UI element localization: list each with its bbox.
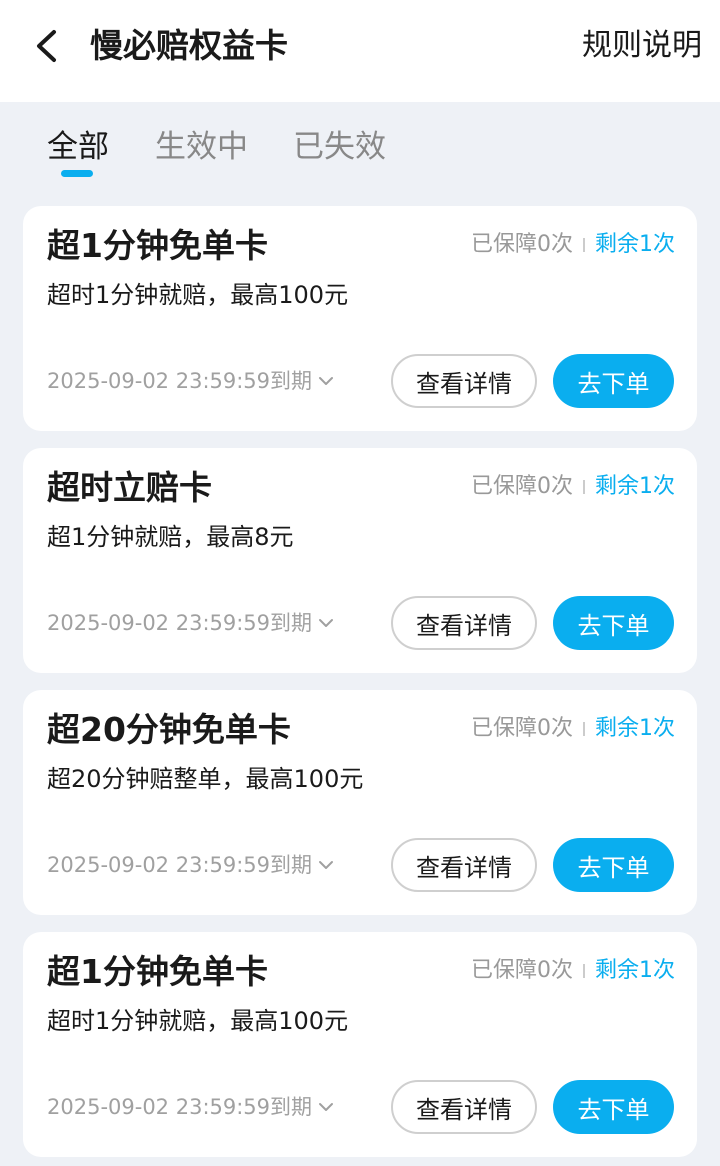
header: 慢必赔权益卡 规则说明	[0, 0, 720, 102]
rules-link[interactable]: 规则说明	[582, 24, 702, 68]
card-description: 超时1分钟就赔，最高100元	[47, 281, 349, 309]
benefit-card: 超20分钟免单卡 已保障0次 剩余1次 超20分钟赔整单，最高100元 2025…	[23, 690, 697, 915]
usage-divider	[583, 238, 585, 252]
remaining-count: 剩余1次	[595, 716, 675, 741]
chevron-down-icon	[319, 619, 334, 627]
view-details-button[interactable]: 查看详情	[391, 596, 537, 650]
used-count: 已保障0次	[471, 958, 573, 983]
used-count: 已保障0次	[471, 716, 573, 741]
card-usage: 已保障0次 剩余1次	[471, 956, 675, 986]
chevron-down-icon	[319, 861, 334, 869]
tab-expired[interactable]: 已失效	[293, 126, 386, 168]
card-usage: 已保障0次 剩余1次	[471, 714, 675, 744]
chevron-down-icon	[319, 1103, 334, 1111]
expiry-date: 2025-09-02 23:59:59到期	[47, 853, 313, 877]
expiry-toggle[interactable]: 2025-09-02 23:59:59到期	[47, 850, 334, 880]
card-title: 超1分钟免单卡	[47, 952, 268, 991]
expiry-date: 2025-09-02 23:59:59到期	[47, 369, 313, 393]
expiry-toggle[interactable]: 2025-09-02 23:59:59到期	[47, 608, 334, 638]
place-order-button[interactable]: 去下单	[553, 1080, 674, 1134]
expiry-date: 2025-09-02 23:59:59到期	[47, 1095, 313, 1119]
view-details-button[interactable]: 查看详情	[391, 838, 537, 892]
card-title: 超1分钟免单卡	[47, 226, 268, 265]
usage-divider	[583, 964, 585, 978]
card-title: 超20分钟免单卡	[47, 710, 291, 749]
benefit-card: 超1分钟免单卡 已保障0次 剩余1次 超时1分钟就赔，最高100元 2025-0…	[23, 932, 697, 1157]
benefit-card: 超1分钟免单卡 已保障0次 剩余1次 超时1分钟就赔，最高100元 2025-0…	[23, 206, 697, 431]
place-order-button[interactable]: 去下单	[553, 596, 674, 650]
place-order-button[interactable]: 去下单	[553, 838, 674, 892]
card-usage: 已保障0次 剩余1次	[471, 230, 675, 260]
expiry-toggle[interactable]: 2025-09-02 23:59:59到期	[47, 366, 334, 396]
used-count: 已保障0次	[471, 232, 573, 257]
tab-all[interactable]: 全部	[47, 126, 109, 168]
remaining-count: 剩余1次	[595, 958, 675, 983]
remaining-count: 剩余1次	[595, 232, 675, 257]
place-order-button[interactable]: 去下单	[553, 354, 674, 408]
chevron-down-icon	[319, 377, 334, 385]
card-title: 超时立赔卡	[47, 468, 212, 507]
back-button[interactable]	[28, 28, 64, 64]
usage-divider	[583, 722, 585, 736]
remaining-count: 剩余1次	[595, 474, 675, 499]
card-description: 超1分钟就赔，最高8元	[47, 523, 294, 551]
card-usage: 已保障0次 剩余1次	[471, 472, 675, 502]
benefit-card: 超时立赔卡 已保障0次 剩余1次 超1分钟就赔，最高8元 2025-09-02 …	[23, 448, 697, 673]
view-details-button[interactable]: 查看详情	[391, 354, 537, 408]
tab-active[interactable]: 生效中	[155, 126, 248, 168]
expiry-date: 2025-09-02 23:59:59到期	[47, 611, 313, 635]
card-description: 超时1分钟就赔，最高100元	[47, 1007, 349, 1035]
page-title: 慢必赔权益卡	[90, 26, 288, 65]
card-description: 超20分钟赔整单，最高100元	[47, 765, 364, 793]
tab-active-indicator	[61, 170, 93, 177]
chevron-left-icon	[37, 30, 56, 62]
expiry-toggle[interactable]: 2025-09-02 23:59:59到期	[47, 1092, 334, 1122]
tab-bar: 全部 生效中 已失效	[0, 102, 720, 192]
usage-divider	[583, 480, 585, 494]
used-count: 已保障0次	[471, 474, 573, 499]
view-details-button[interactable]: 查看详情	[391, 1080, 537, 1134]
